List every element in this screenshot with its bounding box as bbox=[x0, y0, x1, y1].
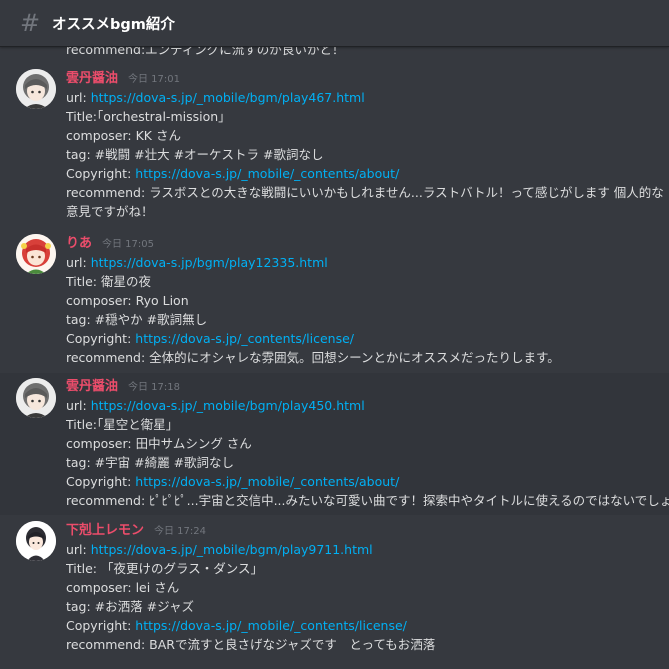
url-link[interactable]: https://dova-s.jp/_mobile/bgm/play450.ht… bbox=[91, 398, 365, 413]
gray-hair-avatar-icon bbox=[16, 69, 56, 109]
copyright-link[interactable]: https://dova-s.jp/_mobile/_contents/abou… bbox=[135, 474, 399, 489]
copyright-line: Copyright: https://dova-s.jp/_contents/l… bbox=[66, 331, 355, 346]
timestamp: 今日 17:01 bbox=[128, 74, 180, 85]
message: りあ 今日 17:05 url: https://dova-s.jp/bgm/p… bbox=[0, 234, 669, 370]
avatar[interactable] bbox=[16, 69, 56, 109]
avatar[interactable] bbox=[16, 378, 56, 418]
copyright-line: Copyright: https://dova-s.jp/_mobile/_co… bbox=[66, 618, 407, 633]
cutoff-message-text: recommend:エンディングに流すのが良いかと！ bbox=[66, 47, 345, 57]
copyright-link[interactable]: https://dova-s.jp/_mobile/_contents/abou… bbox=[135, 166, 399, 181]
tag-line: tag: #宇宙 #綺麗 #歌詞なし bbox=[66, 455, 235, 470]
url-link[interactable]: https://dova-s.jp/_mobile/bgm/play467.ht… bbox=[91, 90, 365, 105]
title-line: Title: 衛星の夜 bbox=[66, 274, 151, 289]
author-name[interactable]: 雲丹醤油 bbox=[66, 379, 118, 394]
timestamp: 今日 17:24 bbox=[154, 526, 206, 537]
copyright-line: Copyright: https://dova-s.jp/_mobile/_co… bbox=[66, 474, 400, 489]
dark-hair-avatar-icon bbox=[16, 521, 56, 561]
message-list[interactable]: recommend:エンディングに流すのが良いかと！ 雲丹醤油 今日 17:01… bbox=[0, 47, 669, 669]
title-line: Title:｢星空と衛星｣ bbox=[66, 417, 173, 432]
tag-line: tag: #戦闘 #壮大 #オーケストラ #歌詞なし bbox=[66, 147, 324, 162]
tag-line: tag: #穏やか #歌詞無し bbox=[66, 312, 208, 327]
composer-line: composer: 田中サムシング さん bbox=[66, 436, 252, 451]
title-line: Title:｢orchestral-mission｣ bbox=[66, 109, 225, 124]
url-link[interactable]: https://dova-s.jp/bgm/play12335.html bbox=[91, 255, 328, 270]
composer-line: composer: lei さん bbox=[66, 580, 180, 595]
composer-line: composer: KK さん bbox=[66, 128, 181, 143]
copyright-link[interactable]: https://dova-s.jp/_mobile/_contents/lice… bbox=[135, 618, 407, 633]
author-name[interactable]: りあ bbox=[66, 236, 92, 251]
timestamp: 今日 17:18 bbox=[128, 382, 180, 393]
message: 雲丹醤油 今日 17:18 url: https://dova-s.jp/_mo… bbox=[0, 373, 669, 515]
message: 雲丹醤油 今日 17:01 url: https://dova-s.jp/_mo… bbox=[0, 69, 669, 229]
avatar[interactable] bbox=[16, 521, 56, 561]
url-line: url: https://dova-s.jp/_mobile/bgm/play9… bbox=[66, 542, 373, 557]
recommend-line: recommend: ラスボスとの大きな戦闘にいいかもしれません...ラストバト… bbox=[66, 185, 664, 219]
timestamp: 今日 17:05 bbox=[102, 239, 154, 250]
author-name[interactable]: 下剋上レモン bbox=[66, 523, 144, 538]
copyright-line: Copyright: https://dova-s.jp/_mobile/_co… bbox=[66, 166, 400, 181]
url-line: url: https://dova-s.jp/bgm/play12335.htm… bbox=[66, 255, 328, 270]
tag-line: tag: #お洒落 #ジャズ bbox=[66, 599, 194, 614]
title-line: Title: 「夜更けのグラス・ダンス」 bbox=[66, 561, 263, 576]
channel-header: # オススメbgm紹介 bbox=[0, 0, 669, 47]
url-line: url: https://dova-s.jp/_mobile/bgm/play4… bbox=[66, 90, 365, 105]
recommend-line: recommend: ﾋﾟﾋﾟﾋﾟ...宇宙と交信中...みたいな可愛い曲です！… bbox=[66, 493, 669, 508]
recommend-line: recommend: BARで流すと良さげなジャズです とってもお洒落 bbox=[66, 637, 436, 652]
gray-hair-avatar-icon bbox=[16, 378, 56, 418]
red-hair-avatar-icon bbox=[16, 234, 56, 274]
hash-icon: # bbox=[20, 9, 41, 37]
url-line: url: https://dova-s.jp/_mobile/bgm/play4… bbox=[66, 398, 365, 413]
url-link[interactable]: https://dova-s.jp/_mobile/bgm/play9711.h… bbox=[91, 542, 373, 557]
channel-title: オススメbgm紹介 bbox=[52, 16, 175, 33]
recommend-line: recommend: 全体的にオシャレな雰囲気。回想シーンとかにオススメだったり… bbox=[66, 350, 560, 365]
composer-line: composer: Ryo Lion bbox=[66, 293, 189, 308]
avatar[interactable] bbox=[16, 234, 56, 274]
copyright-link[interactable]: https://dova-s.jp/_contents/license/ bbox=[135, 331, 354, 346]
author-name[interactable]: 雲丹醤油 bbox=[66, 71, 118, 86]
message: 下剋上レモン 今日 17:24 url: https://dova-s.jp/_… bbox=[0, 521, 669, 661]
